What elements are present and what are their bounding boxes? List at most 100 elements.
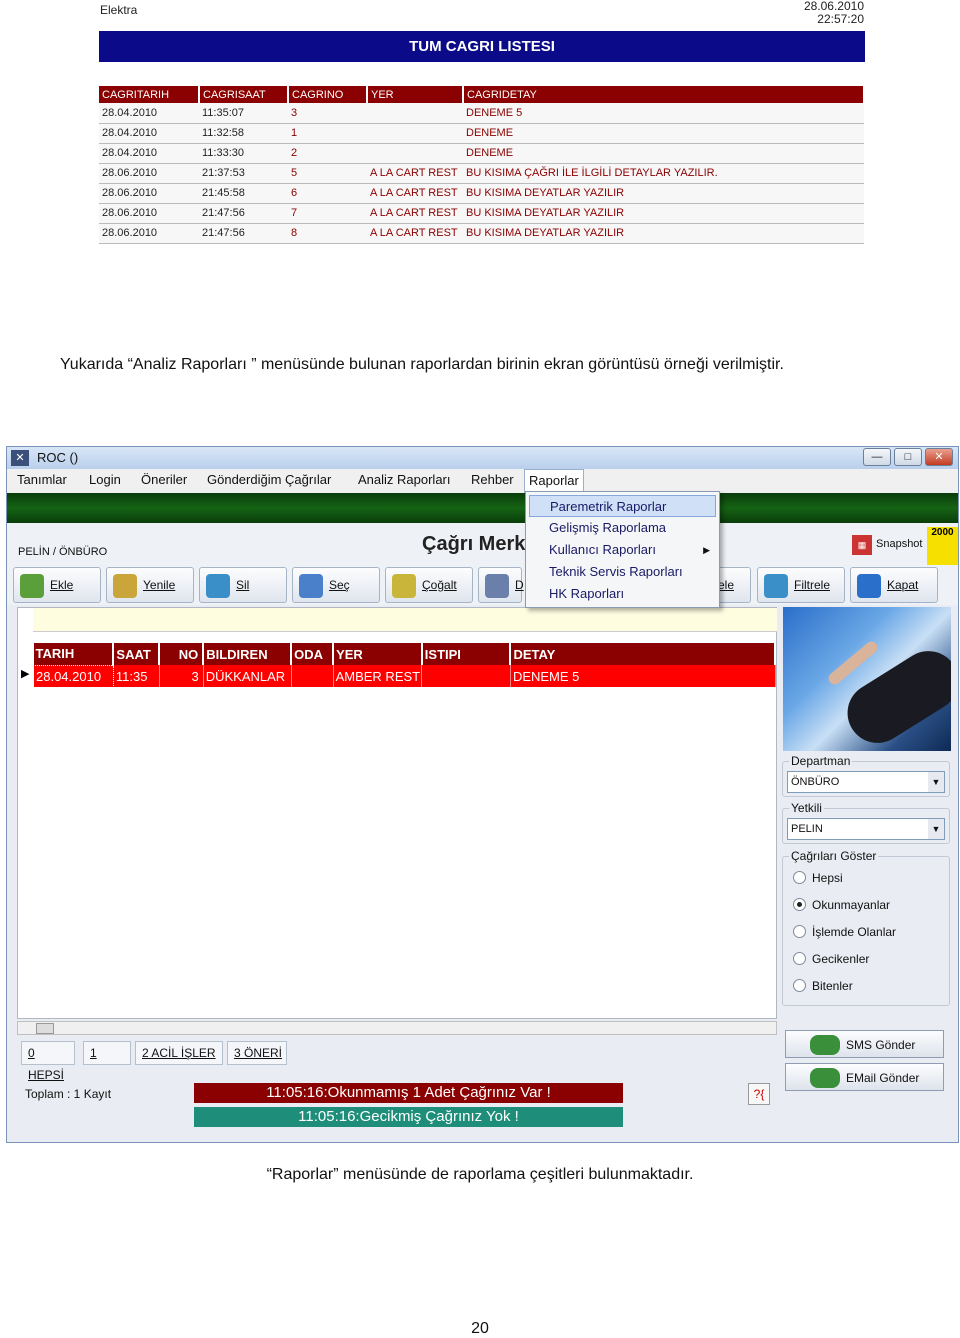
grid-cell[interactable]: 28.04.2010 — [33, 664, 114, 688]
table-cell: BU KISIMA DEYATLAR YAZILIR — [463, 223, 864, 244]
table-cell: 21:47:56 — [199, 223, 288, 244]
sms-send-label: SMS Gönder — [846, 1038, 916, 1052]
snapshot-button[interactable]: ▦ Snapshot — [852, 533, 927, 557]
table-row: 28.04.2010 11:33:30 2 DENEME — [99, 143, 864, 164]
menu-rehber[interactable]: Rehber — [467, 472, 518, 487]
table-cell: BU KISIMA DEYATLAR YAZILIR — [463, 203, 864, 224]
select-label: Seç — [329, 578, 350, 592]
dropdown-item-teknik-servis[interactable]: Teknik Servis Raporları — [529, 561, 716, 583]
calls-grid: ▶ TARIH SAAT NO BILDIREN ODA YER ISTIPI … — [17, 607, 777, 1019]
app-window: ✕ ROC () — □ ✕ Tanımlar Login Öneriler G… — [6, 446, 959, 1143]
page-number: 20 — [471, 1320, 489, 1337]
departman-group: Departman ÖNBÜRO ▼ — [782, 754, 950, 797]
report-header-row: CAGRITARIH CAGRISAAT CAGRINO YER CAGRIDE… — [99, 86, 865, 103]
menu-login[interactable]: Login — [85, 472, 125, 487]
horizontal-scrollbar[interactable] — [17, 1021, 777, 1035]
grid-col-header[interactable]: ISTIPI — [421, 643, 512, 665]
menu-gonderdigim-cagrilar[interactable]: Gönderdiğim Çağrılar — [203, 472, 335, 487]
grid-col-header[interactable]: ODA — [291, 643, 335, 665]
tab-hepsi[interactable]: 0 HEPSİ — [21, 1041, 75, 1082]
yetkili-select[interactable]: PELIN ▼ — [787, 818, 945, 840]
grid-filter-row[interactable] — [33, 608, 777, 632]
menu-analiz-raporlari[interactable]: Analiz Raporları — [354, 472, 455, 487]
table-cell: DENEME — [463, 123, 864, 144]
dropdown-item-gelismis[interactable]: Gelişmiş Raporlama — [529, 517, 716, 539]
dropdown-item-hk[interactable]: HK Raporları — [529, 583, 716, 605]
grid-row[interactable]: 28.04.2010 11:35 3 DÜKKANLAR AMBER REST … — [33, 664, 776, 688]
tab-acil-isler[interactable]: 2 ACİL İŞLER — [135, 1041, 223, 1065]
tab-1[interactable]: 1 — [83, 1041, 131, 1065]
close-form-label: Kapat — [887, 578, 919, 592]
grid-cell[interactable]: 11:35 — [113, 665, 160, 687]
tab-label: 2 ACİL İŞLER — [142, 1046, 216, 1060]
maximize-button[interactable]: □ — [894, 448, 922, 466]
grid-cell[interactable]: 3 — [159, 665, 204, 687]
report-datetime: 28.06.2010 22:57:20 — [790, 0, 864, 26]
radio-gecikenler[interactable]: Gecikenler — [793, 952, 869, 966]
tab-oneri[interactable]: 3 ÖNERİ — [227, 1041, 287, 1065]
chevron-down-icon[interactable]: ▼ — [928, 772, 944, 792]
add-button[interactable]: Ekle — [13, 567, 101, 603]
radio-islemde-olanlar[interactable]: İşlemde Olanlar — [793, 925, 896, 939]
tab-label: 3 ÖNERİ — [234, 1046, 283, 1060]
select-button[interactable]: Seç — [292, 567, 380, 603]
grid-col-header[interactable]: TARIH — [33, 643, 115, 665]
tab-label: 1 — [90, 1046, 97, 1060]
grid-cell[interactable] — [421, 665, 511, 687]
duplicate-button[interactable]: Çoğalt — [385, 567, 473, 603]
table-cell: A LA CART REST — [367, 163, 463, 184]
unread-message-banner: 11:05:16:Okunmamış 1 Adet Çağrınız Var ! — [194, 1083, 623, 1103]
grid-cell[interactable]: DENEME 5 — [510, 665, 776, 687]
document-button[interactable]: D — [478, 567, 524, 603]
grid-col-header[interactable]: YER — [333, 643, 423, 665]
filter-button[interactable]: Filtrele — [757, 567, 845, 603]
refresh-button[interactable]: Yenile — [106, 567, 194, 603]
total-count: Toplam : 1 Kayıt — [25, 1087, 112, 1101]
row-indicator-icon: ▶ — [21, 668, 30, 680]
grid-cell[interactable]: DÜKKANLAR — [203, 665, 292, 687]
radio-hepsi[interactable]: Hepsi — [793, 871, 843, 885]
menu-tanimlar[interactable]: Tanımlar — [13, 472, 71, 487]
grid-cell[interactable]: AMBER REST — [333, 665, 423, 687]
sms-send-button[interactable]: SMS Gönder — [785, 1030, 944, 1058]
scrollbar-thumb[interactable] — [36, 1023, 54, 1034]
document-icon — [485, 574, 509, 598]
radio-icon — [793, 871, 806, 884]
radio-selected-icon — [793, 898, 806, 911]
decorative-photo — [783, 607, 951, 751]
delete-button[interactable]: Sil — [199, 567, 287, 603]
radio-bitenler[interactable]: Bitenler — [793, 979, 853, 993]
chevron-down-icon[interactable]: ▼ — [928, 819, 944, 839]
minimize-button[interactable]: — — [863, 448, 891, 466]
user-label: PELİN / ÖNBÜRO — [18, 546, 108, 558]
users-icon — [810, 1035, 840, 1055]
departman-select[interactable]: ÖNBÜRO ▼ — [787, 771, 945, 793]
dropdown-item-kullanici[interactable]: Kullanıcı Raporları ▶ — [529, 539, 716, 561]
filter-icon — [764, 574, 788, 598]
grid-table: TARIH SAAT NO BILDIREN ODA YER ISTIPI DE… — [33, 643, 776, 688]
grid-col-header[interactable]: DETAY — [510, 643, 776, 665]
table-cell: 21:45:58 — [199, 183, 288, 204]
table-cell: 28.06.2010 — [99, 203, 199, 224]
close-button[interactable]: ✕ — [925, 448, 953, 466]
email-send-button[interactable]: EMail Gönder — [785, 1063, 944, 1091]
table-row: 28.06.2010 21:45:58 6 A LA CART REST BU KISI… — [99, 183, 864, 204]
table-row: 28.04.2010 11:35:07 3 DENEME 5 — [99, 103, 864, 124]
radio-okunmayanlar[interactable]: Okunmayanlar — [793, 898, 890, 912]
yetkili-label: Yetkili — [789, 801, 824, 815]
table-cell: 21:37:53 — [199, 163, 288, 184]
menu-bar: Tanımlar Login Öneriler Gönderdiğim Çağr… — [7, 469, 958, 493]
grid-col-header[interactable]: SAAT — [113, 643, 161, 665]
dropdown-item-paremetrik[interactable]: Paremetrik Raporlar — [529, 495, 716, 517]
menu-oneriler[interactable]: Öneriler — [137, 472, 191, 487]
close-form-button[interactable]: Kapat — [850, 567, 938, 603]
title-bar[interactable]: ✕ ROC () — □ ✕ — [7, 447, 958, 469]
grid-col-header[interactable]: BILDIREN — [203, 643, 293, 665]
help-icon[interactable]: ?{ — [748, 1083, 770, 1105]
toolbar: Ekle Yenile Sil Seç Çoğalt D ele Filtrel… — [7, 565, 958, 605]
caption-analysis-reports: Yukarıda “Analiz Raporları ” menüsünde b… — [60, 356, 784, 373]
grid-col-header[interactable]: NO — [159, 643, 205, 665]
menu-raporlar[interactable]: Raporlar — [524, 469, 584, 493]
grid-cell[interactable] — [291, 665, 334, 687]
table-cell: 28.06.2010 — [99, 223, 199, 244]
